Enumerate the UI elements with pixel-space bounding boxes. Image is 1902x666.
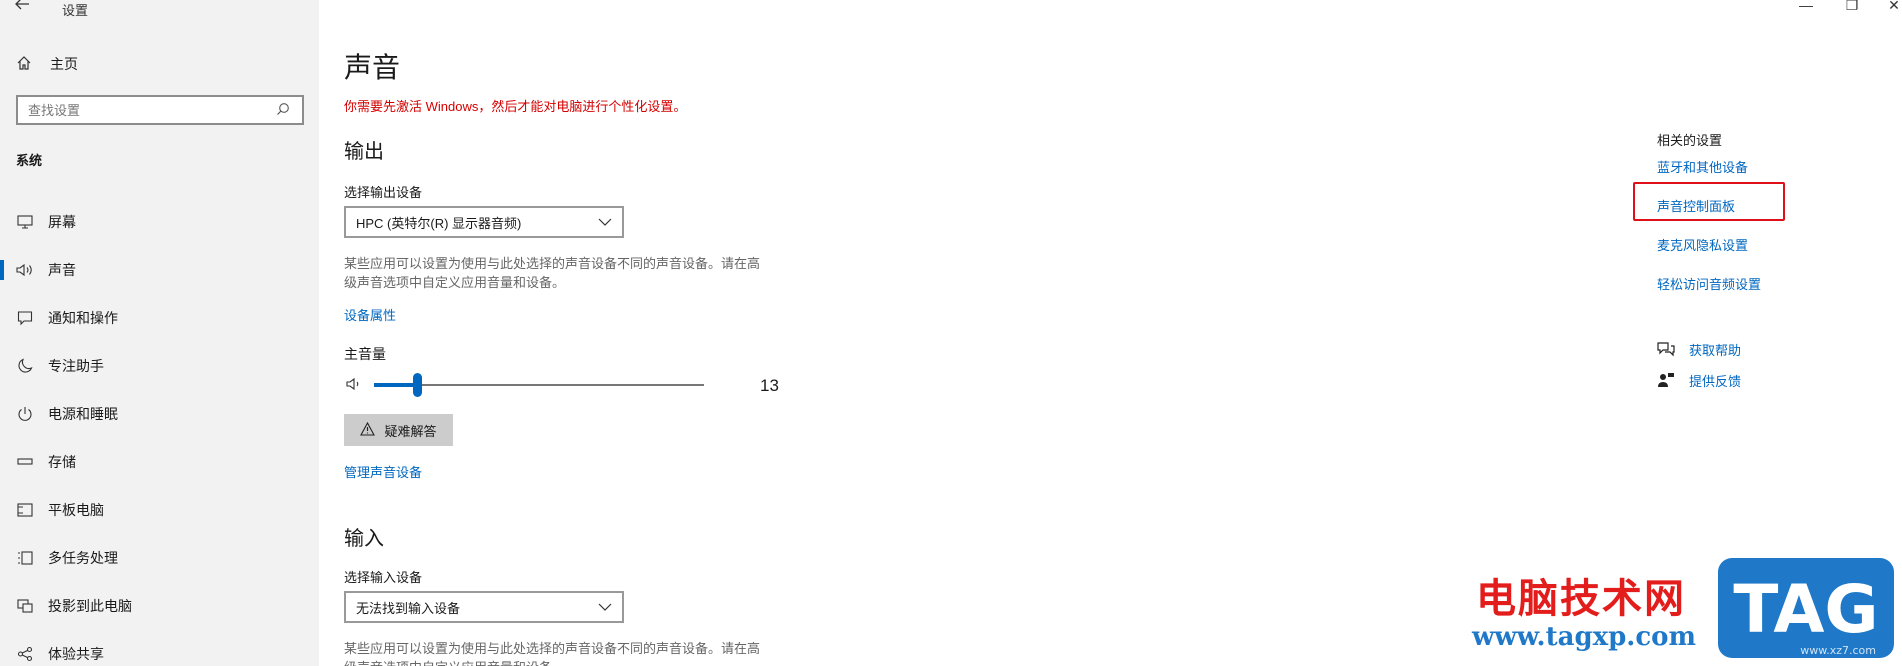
sidebar-item-tablet[interactable]: 平板电脑 (0, 486, 319, 534)
search-icon[interactable] (276, 102, 292, 118)
minimize-button[interactable]: — (1796, 0, 1816, 14)
sidebar-item-label: 专注助手 (48, 358, 104, 374)
input-description: 某些应用可以设置为使用与此处选择的声音设备不同的声音设备。请在高 级声音选项中自… (344, 639, 804, 666)
manage-sound-devices-link[interactable]: 管理声音设备 (344, 462, 422, 481)
output-device-dropdown[interactable]: HPC (英特尔(R) 显示器音频) (344, 206, 624, 238)
home-icon (16, 55, 36, 74)
sidebar-item-label: 体验共享 (48, 646, 104, 662)
sidebar-item-label: 电源和睡眠 (48, 406, 118, 422)
sidebar-nav: 屏幕 声音 通知和操作 专注助手 电源和睡眠 存储 平板电脑 多任务处理 投影到… (0, 198, 319, 666)
output-description: 某些应用可以设置为使用与此处选择的声音设备不同的声音设备。请在高 级声音选项中自… (344, 254, 804, 292)
get-help-link[interactable]: 获取帮助 (1657, 340, 1741, 359)
sidebar-item-label: 声音 (48, 262, 76, 278)
feedback-person-icon (1657, 372, 1675, 390)
storage-icon (16, 453, 34, 471)
sidebar-home-label: 主页 (50, 56, 78, 72)
sidebar: 设置 主页 系统 屏幕 声音 通知和操作 专注助手 (0, 0, 319, 666)
sidebar-item-label: 通知和操作 (48, 310, 118, 326)
troubleshoot-button[interactable]: 疑难解答 (344, 414, 453, 446)
help-chat-icon (1657, 341, 1675, 359)
related-settings-title: 相关的设置 (1657, 133, 1723, 148)
volume-slider-fill (374, 383, 417, 387)
multitask-icon (16, 549, 34, 567)
volume-slider-thumb[interactable] (412, 373, 422, 397)
sidebar-item-project[interactable]: 投影到此电脑 (0, 582, 319, 630)
search-input[interactable] (28, 102, 276, 118)
sidebar-item-multitasking[interactable]: 多任务处理 (0, 534, 319, 582)
output-description-line2: 级声音选项中自定义应用音量和设备。 (344, 275, 566, 290)
input-description-line1: 某些应用可以设置为使用与此处选择的声音设备不同的声音设备。请在高 (344, 641, 761, 656)
tag-logo-icon: TAG www.xz7.com (1718, 558, 1894, 658)
output-select-label: 选择输出设备 (344, 185, 423, 200)
restore-button[interactable]: ❐ (1842, 0, 1862, 14)
volume-slider-track[interactable] (374, 384, 704, 386)
related-link-ease-of-access-audio[interactable]: 轻松访问音频设置 (1657, 274, 1761, 293)
watermark-text: 电脑技术网 (1476, 575, 1686, 622)
chevron-down-icon (598, 215, 612, 229)
sidebar-item-label: 平板电脑 (48, 502, 104, 518)
speaker-icon (16, 261, 34, 279)
sidebar-item-label: 投影到此电脑 (48, 598, 132, 614)
sidebar-item-display[interactable]: 屏幕 (0, 198, 319, 246)
volume-value: 13 (760, 376, 779, 395)
device-properties-link[interactable]: 设备属性 (344, 305, 396, 324)
project-icon (16, 597, 34, 615)
sidebar-item-label: 多任务处理 (48, 550, 118, 566)
back-arrow-icon[interactable] (14, 0, 34, 16)
watermark-url: www.tagxp.com (1472, 622, 1697, 652)
input-device-dropdown[interactable]: 无法找到输入设备 (344, 591, 624, 623)
sidebar-item-sound[interactable]: 声音 (0, 246, 319, 294)
search-field[interactable] (16, 95, 304, 125)
sidebar-item-notifications[interactable]: 通知和操作 (0, 294, 319, 342)
sidebar-item-label: 屏幕 (48, 214, 76, 230)
related-link-sound-control-panel[interactable]: 声音控制面板 (1657, 196, 1735, 215)
input-heading: 输入 (344, 528, 384, 550)
input-description-line2: 级声音选项中自定义应用音量和设备。 (344, 658, 804, 666)
moon-icon (16, 357, 34, 375)
sidebar-item-label: 存储 (48, 454, 76, 470)
window-title: 设置 (62, 3, 89, 18)
volume-icon[interactable] (346, 376, 364, 394)
output-device-value: HPC (英特尔(R) 显示器音频) (356, 215, 522, 231)
get-help-label: 获取帮助 (1689, 343, 1742, 358)
tablet-icon (16, 501, 34, 519)
sidebar-item-focus-assist[interactable]: 专注助手 (0, 342, 319, 390)
warning-icon (360, 421, 376, 438)
monitor-icon (16, 213, 34, 231)
notification-icon (16, 309, 34, 327)
give-feedback-label: 提供反馈 (1689, 374, 1742, 389)
master-volume-control: 13 (344, 370, 794, 400)
tag-logo-text: TAG (1733, 571, 1878, 648)
output-heading: 输出 (344, 141, 384, 163)
give-feedback-link[interactable]: 提供反馈 (1657, 371, 1741, 390)
close-button[interactable]: ✕ (1884, 0, 1902, 14)
share-icon (16, 645, 34, 663)
page-title: 声音 (344, 52, 401, 83)
activation-warning: 你需要先激活 Windows，然后才能对电脑进行个性化设置。 (344, 99, 687, 114)
power-icon (16, 405, 34, 423)
chevron-down-icon (598, 600, 612, 614)
sidebar-item-storage[interactable]: 存储 (0, 438, 319, 486)
related-link-bluetooth[interactable]: 蓝牙和其他设备 (1657, 157, 1748, 176)
output-description-line1: 某些应用可以设置为使用与此处选择的声音设备不同的声音设备。请在高 (344, 256, 761, 271)
sidebar-item-shared-experiences[interactable]: 体验共享 (0, 630, 319, 666)
master-volume-label: 主音量 (344, 346, 386, 362)
troubleshoot-label: 疑难解答 (384, 423, 437, 439)
sidebar-item-power-sleep[interactable]: 电源和睡眠 (0, 390, 319, 438)
sidebar-home[interactable]: 主页 (16, 52, 78, 76)
input-select-label: 选择输入设备 (344, 570, 423, 585)
tag-logo-subtext: www.xz7.com (1800, 644, 1876, 657)
input-device-value: 无法找到输入设备 (356, 600, 461, 616)
section-label-system: 系统 (16, 153, 43, 168)
related-link-mic-privacy[interactable]: 麦克风隐私设置 (1657, 235, 1748, 254)
